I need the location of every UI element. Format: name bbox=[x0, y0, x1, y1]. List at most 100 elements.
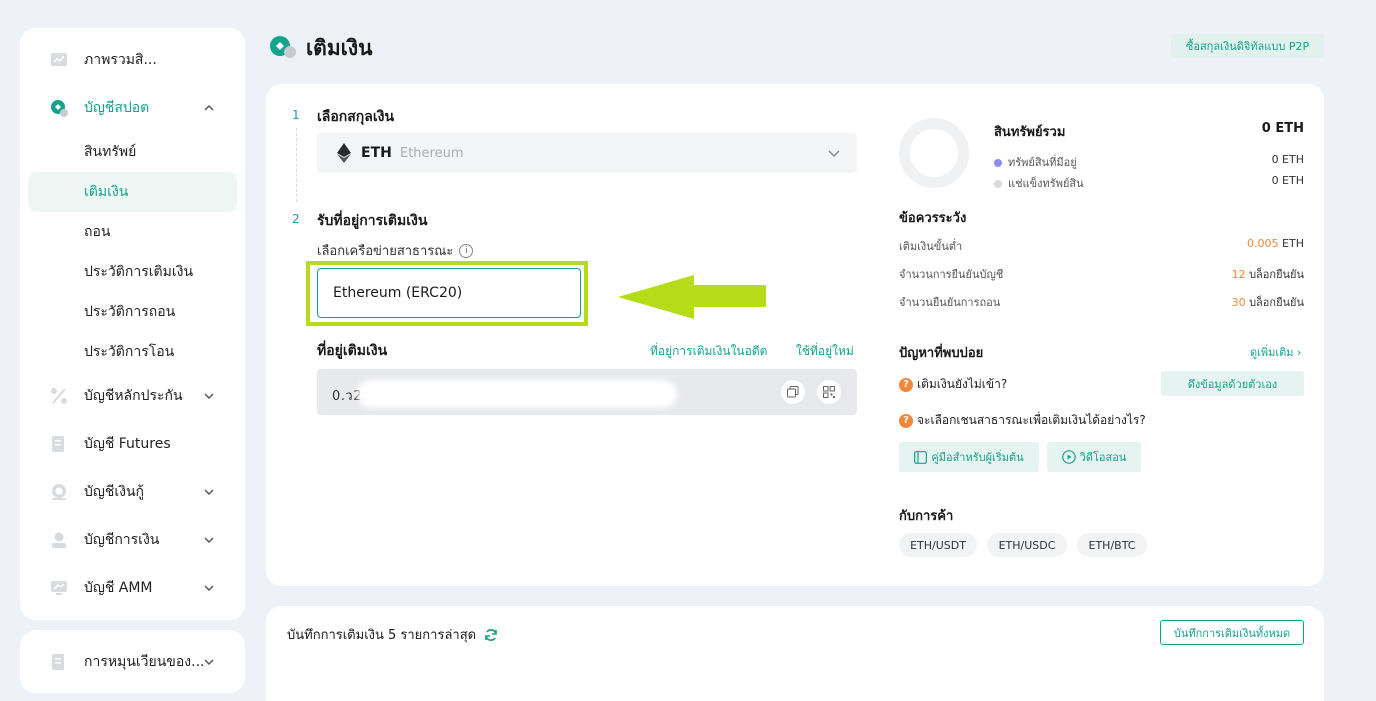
sidebar-item-futures[interactable]: บัญชี Futures bbox=[28, 424, 237, 464]
sidebar-item-overview[interactable]: ภาพรวมสิ... bbox=[28, 40, 237, 80]
sidebar-item-label: ภาพรวมสิ... bbox=[84, 52, 157, 68]
chevron-down-icon bbox=[204, 537, 214, 544]
document-icon bbox=[52, 654, 64, 670]
frozen-label: แช่แข็งทรัพย์สิน bbox=[1008, 177, 1084, 190]
available-value: 0 ETH bbox=[1271, 153, 1304, 166]
all-deposit-history-button[interactable]: บันทึกการเติมเงินทั้งหมด bbox=[1160, 620, 1304, 645]
legend-dot-frozen bbox=[994, 180, 1002, 188]
page-title: เติมเงิน bbox=[306, 36, 373, 60]
spot-wallet-icon bbox=[51, 100, 68, 117]
account-confirm-label: จำนวนการยืนยันบัญชี bbox=[899, 268, 1004, 281]
faq-question-2[interactable]: ? จะเลือกเชนสาธารณะเพื่อเติมเงินได้อย่างไ… bbox=[899, 411, 1146, 430]
address-redaction bbox=[357, 380, 677, 408]
sidebar-item-assets[interactable]: สินทรัพย์ bbox=[28, 132, 237, 172]
arrow-left-icon bbox=[618, 275, 766, 319]
withdraw-confirm-value: 30 บล็อกยืนยัน bbox=[1232, 293, 1304, 311]
user-icon bbox=[52, 532, 66, 548]
book-icon bbox=[914, 450, 928, 464]
new-address-link[interactable]: ใช้ที่อยู่ใหม่ bbox=[796, 342, 854, 361]
past-address-link[interactable]: ที่อยู่การเติมเงินในอดีต bbox=[650, 342, 767, 361]
deposit-history-header: บันทึกการเติมเงิน 5 รายการล่าสุด bbox=[287, 624, 498, 645]
chevron-down-icon bbox=[204, 659, 214, 666]
sidebar-item-spot[interactable]: บัญชีสปอต bbox=[28, 88, 237, 128]
faq-title: ปัญหาที่พบบ่อย bbox=[899, 346, 984, 361]
deposit-history-title: บันทึกการเติมเงิน 5 รายการล่าสุด bbox=[287, 628, 477, 643]
fetch-manually-button[interactable]: ดึงข้อมูลด้วยตัวเอง bbox=[1161, 371, 1304, 396]
chevron-down-icon bbox=[204, 489, 214, 496]
question-icon: ? bbox=[899, 413, 913, 428]
min-deposit-number: 0.005 bbox=[1247, 237, 1279, 250]
beginner-guide-button[interactable]: คู่มือสำหรับผู้เริ่มต้น bbox=[899, 442, 1039, 472]
percent-icon bbox=[51, 388, 67, 404]
frozen-value: 0 ETH bbox=[1271, 174, 1304, 187]
address-box: 0.ว2ย07โ0ว0ว 0ว0 7ว7 ว bbox=[317, 369, 857, 415]
account-confirm-unit: บล็อกยืนยัน bbox=[1249, 268, 1304, 281]
coin-select[interactable]: ETH Ethereum bbox=[317, 133, 857, 173]
coin-icon bbox=[52, 484, 66, 500]
sidebar-item-deposit[interactable]: เติมเงิน bbox=[28, 172, 237, 212]
network-label-text: เลือกเครือข่ายสาธารณะ bbox=[317, 244, 454, 259]
qr-button[interactable] bbox=[817, 380, 841, 404]
notes-title: ข้อควรระวัง bbox=[899, 211, 967, 226]
trade-pair-eth-btc[interactable]: ETH/BTC bbox=[1077, 533, 1147, 557]
account-confirm-number: 12 bbox=[1231, 268, 1246, 281]
sidebar-item-loan[interactable]: บัญชีเงินกู้ bbox=[28, 472, 237, 512]
beginner-guide-label: คู่มือสำหรับผู้เริ่มต้น bbox=[931, 451, 1024, 464]
sidebar-item-label: บัญชีการเงิน bbox=[84, 532, 160, 548]
sidebar-bottom: การหมุนเวียนของ... bbox=[20, 630, 245, 693]
sidebar-item-label: สินทรัพย์ bbox=[84, 144, 137, 160]
min-deposit-label: เติมเงินขั้นต่ำ bbox=[899, 240, 963, 253]
step-title: เลือกสกุลเงิน bbox=[317, 109, 395, 125]
step-title: รับที่อยู่การเติมเงิน bbox=[317, 213, 428, 229]
document-icon bbox=[52, 436, 64, 452]
monitor-icon bbox=[51, 581, 67, 595]
video-tutorial-label: วิดีโอสอน bbox=[1079, 451, 1127, 464]
copy-button[interactable] bbox=[781, 380, 805, 404]
trade-pair-eth-usdc[interactable]: ETH/USDC bbox=[987, 533, 1067, 557]
coin-symbol: ETH bbox=[361, 145, 392, 161]
sidebar-item-finance[interactable]: บัญชีการเงิน bbox=[28, 520, 237, 560]
ethereum-icon bbox=[337, 143, 351, 163]
legend-dot-available bbox=[994, 159, 1002, 167]
sidebar-item-label: บัญชีเงินกู้ bbox=[84, 484, 144, 500]
sidebar-item-circulation[interactable]: การหมุนเวียนของ... bbox=[28, 642, 237, 682]
chevron-up-icon bbox=[204, 104, 214, 111]
question-icon: ? bbox=[899, 377, 913, 392]
chevron-down-icon bbox=[204, 585, 214, 592]
sidebar-item-label: ประวัติการโอน bbox=[84, 344, 175, 360]
trade-pair-eth-usdt[interactable]: ETH/USDT bbox=[899, 533, 977, 557]
coin-name: Ethereum bbox=[400, 146, 464, 161]
min-deposit-value: 0.005 ETH bbox=[1247, 237, 1304, 250]
sidebar-item-withdraw[interactable]: ถอน bbox=[28, 212, 237, 252]
withdraw-confirm-label: จำนวนยืนยันการถอน bbox=[899, 296, 1001, 309]
step-connector bbox=[296, 128, 297, 202]
sidebar-item-label: บัญชี Futures bbox=[84, 436, 171, 452]
info-icon[interactable]: i bbox=[459, 243, 474, 258]
sidebar-item-margin[interactable]: บัญชีหลักประกัน bbox=[28, 376, 237, 416]
withdraw-confirm-number: 30 bbox=[1231, 296, 1246, 309]
sidebar-item-deposit-history[interactable]: ประวัติการเติมเงิน bbox=[28, 252, 237, 292]
see-more-link[interactable]: ดูเพิ่มเติม › bbox=[1250, 343, 1301, 361]
network-select[interactable]: Ethereum (ERC20) bbox=[317, 268, 581, 318]
trade-title: กับการค้า bbox=[899, 509, 954, 524]
address-title: ที่อยู่เติมเงิน bbox=[317, 343, 388, 359]
chart-icon bbox=[51, 53, 67, 66]
faq-question-2-text: จะเลือกเชนสาธารณะเพื่อเติมเงินได้อย่างไร… bbox=[917, 413, 1146, 427]
sidebar-item-amm[interactable]: บัญชี AMM bbox=[28, 568, 237, 608]
sidebar-item-label: เติมเงิน bbox=[84, 184, 129, 200]
faq-question-1-text: เติมเงินยังไม่เข้า? bbox=[917, 377, 1008, 391]
sidebar-item-label: ถอน bbox=[84, 224, 111, 240]
sidebar-item-label: ประวัติการถอน bbox=[84, 304, 176, 320]
sidebar-item-withdraw-history[interactable]: ประวัติการถอน bbox=[28, 292, 237, 332]
faq-question-1[interactable]: ? เติมเงินยังไม่เข้า? bbox=[899, 375, 1007, 394]
p2p-buy-button[interactable]: ซื้อสกุลเงินดิจิทัลแบบ P2P bbox=[1171, 34, 1324, 58]
assets-donut-chart bbox=[899, 118, 969, 188]
step-number: 2 bbox=[292, 212, 300, 226]
sidebar-item-transfer-history[interactable]: ประวัติการโอน bbox=[28, 332, 237, 372]
video-tutorial-button[interactable]: วิดีโอสอน bbox=[1047, 442, 1141, 472]
refresh-icon[interactable] bbox=[484, 628, 498, 642]
copy-icon bbox=[787, 386, 799, 398]
step-number: 1 bbox=[292, 108, 300, 122]
sidebar-item-label: การหมุนเวียนของ... bbox=[84, 654, 205, 670]
chevron-down-icon bbox=[204, 393, 214, 400]
